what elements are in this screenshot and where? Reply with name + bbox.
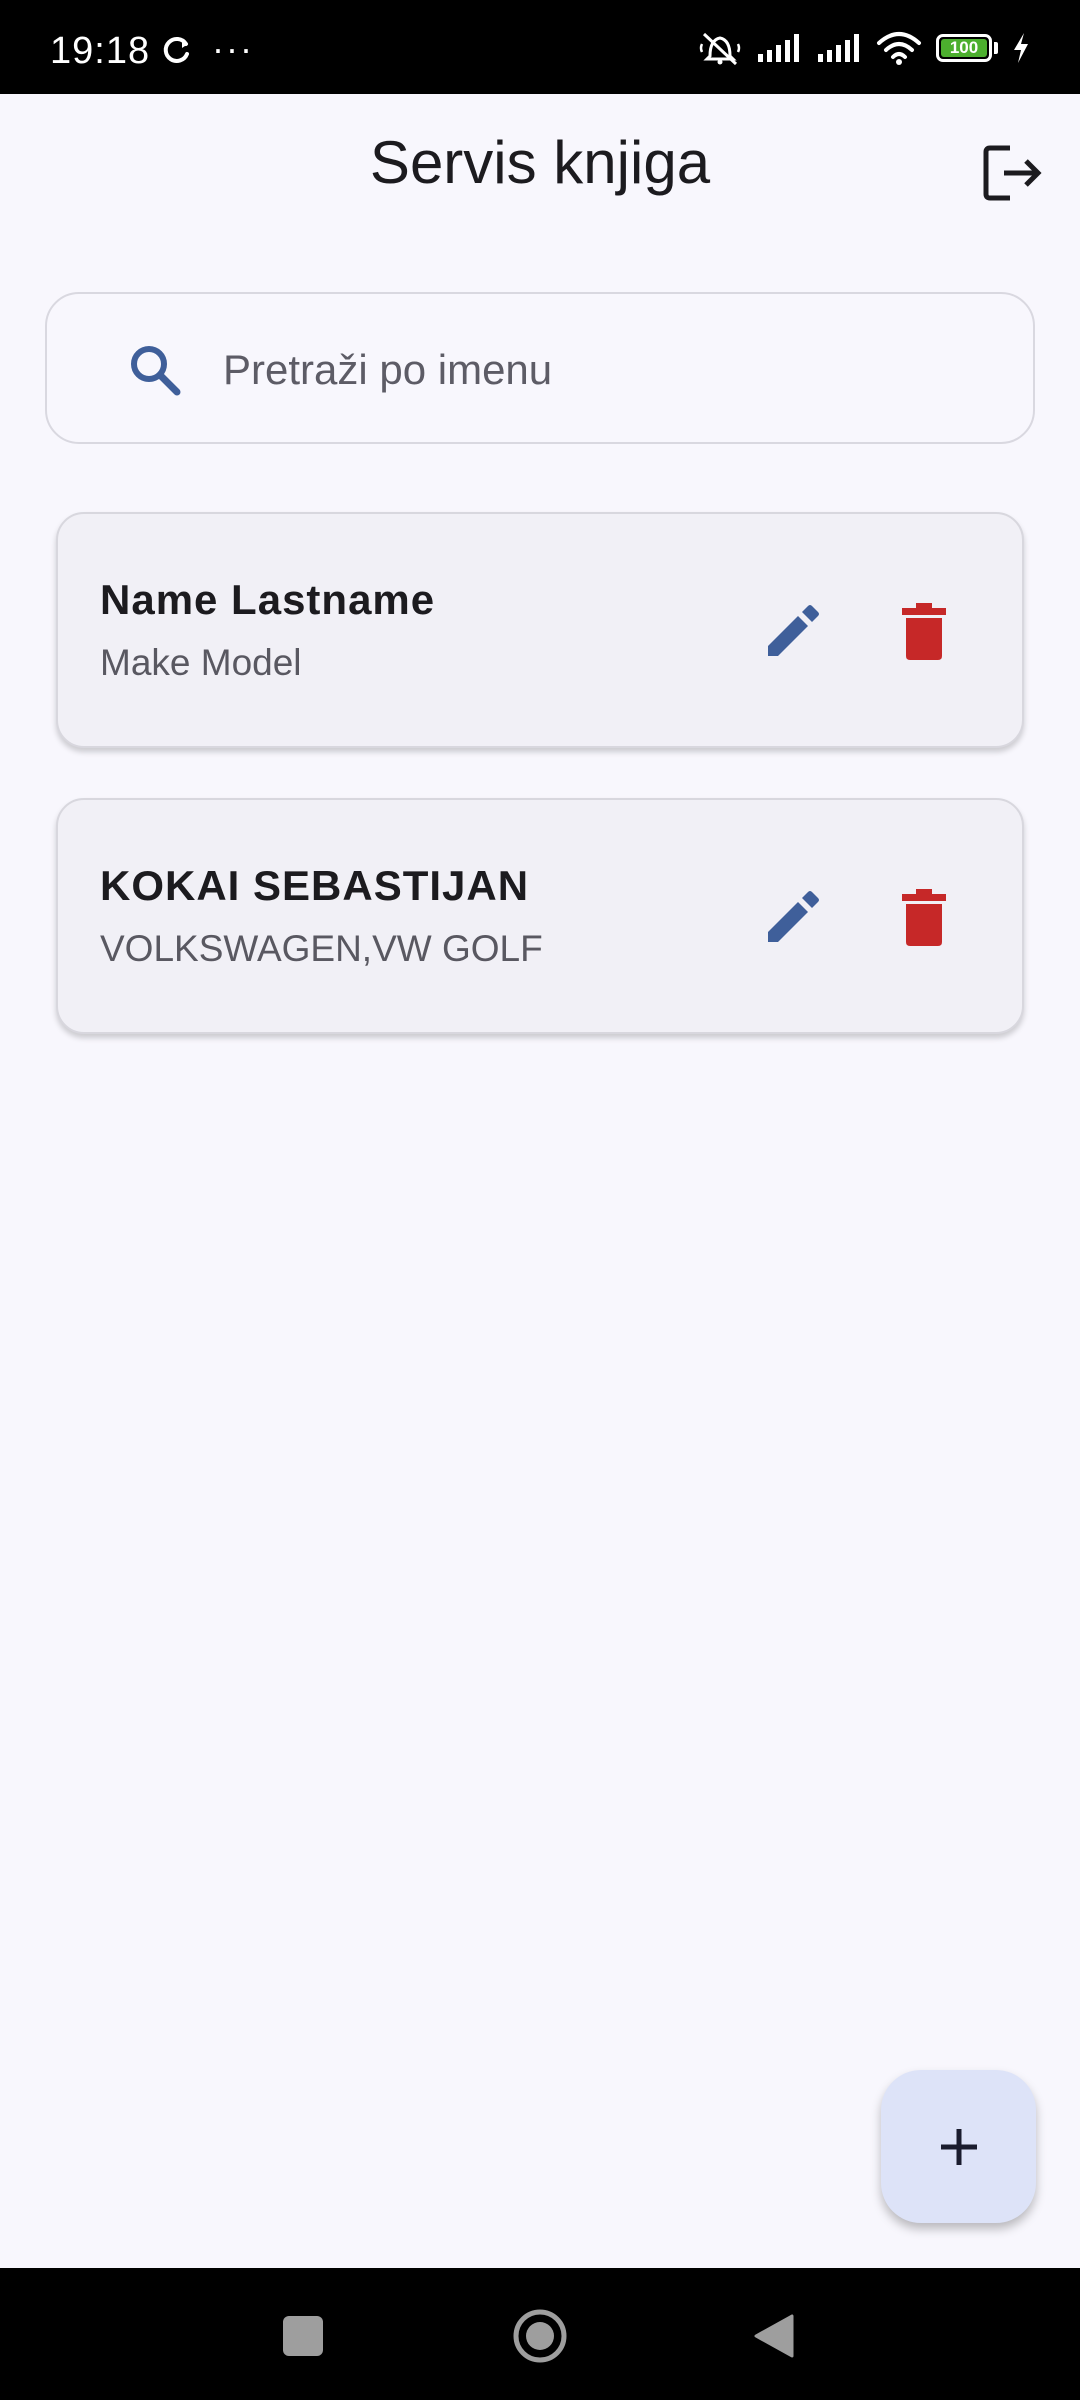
battery-level: 100 (941, 38, 987, 57)
status-time: 19:18 (50, 30, 151, 72)
vehicle-make-model: Make Model (100, 642, 302, 683)
signal-icon (758, 34, 799, 62)
plus-icon (940, 2128, 977, 2165)
page-title: Servis knjiga (369, 129, 711, 196)
status-bar: 19:18 ··· 100 (0, 0, 1080, 94)
delete-icon[interactable] (886, 594, 962, 670)
navigation-bar (0, 2268, 1080, 2400)
search-box[interactable] (45, 292, 1035, 444)
battery-cap (994, 42, 998, 54)
back-button[interactable] (752, 2312, 796, 2360)
battery-icon: 100 (936, 34, 992, 62)
more-notifications-icon: ··· (212, 28, 254, 69)
home-button[interactable] (512, 2308, 568, 2364)
search-input[interactable] (223, 334, 1003, 406)
vehicle-make-model: VOLKSWAGEN,VW GOLF (100, 928, 543, 969)
add-button[interactable] (881, 2070, 1036, 2223)
status-icons: 100 (698, 30, 1030, 66)
customer-name: Name Lastname (100, 576, 436, 623)
list-item[interactable]: Name Lastname Make Model (56, 512, 1024, 748)
signal-icon (818, 34, 859, 62)
wifi-icon (877, 32, 921, 65)
mute-icon (699, 32, 741, 66)
list-item[interactable]: KOKAI SEBASTIJAN VOLKSWAGEN,VW GOLF (56, 798, 1024, 1034)
customer-name: KOKAI SEBASTIJAN (100, 862, 530, 909)
search-icon (131, 346, 181, 396)
delete-icon[interactable] (886, 880, 962, 956)
edit-icon[interactable] (754, 880, 830, 956)
charging-icon (1014, 33, 1028, 63)
sync-icon (163, 36, 189, 63)
edit-icon[interactable] (754, 594, 830, 670)
logout-icon[interactable] (980, 140, 1046, 206)
recents-button[interactable] (283, 2316, 323, 2356)
